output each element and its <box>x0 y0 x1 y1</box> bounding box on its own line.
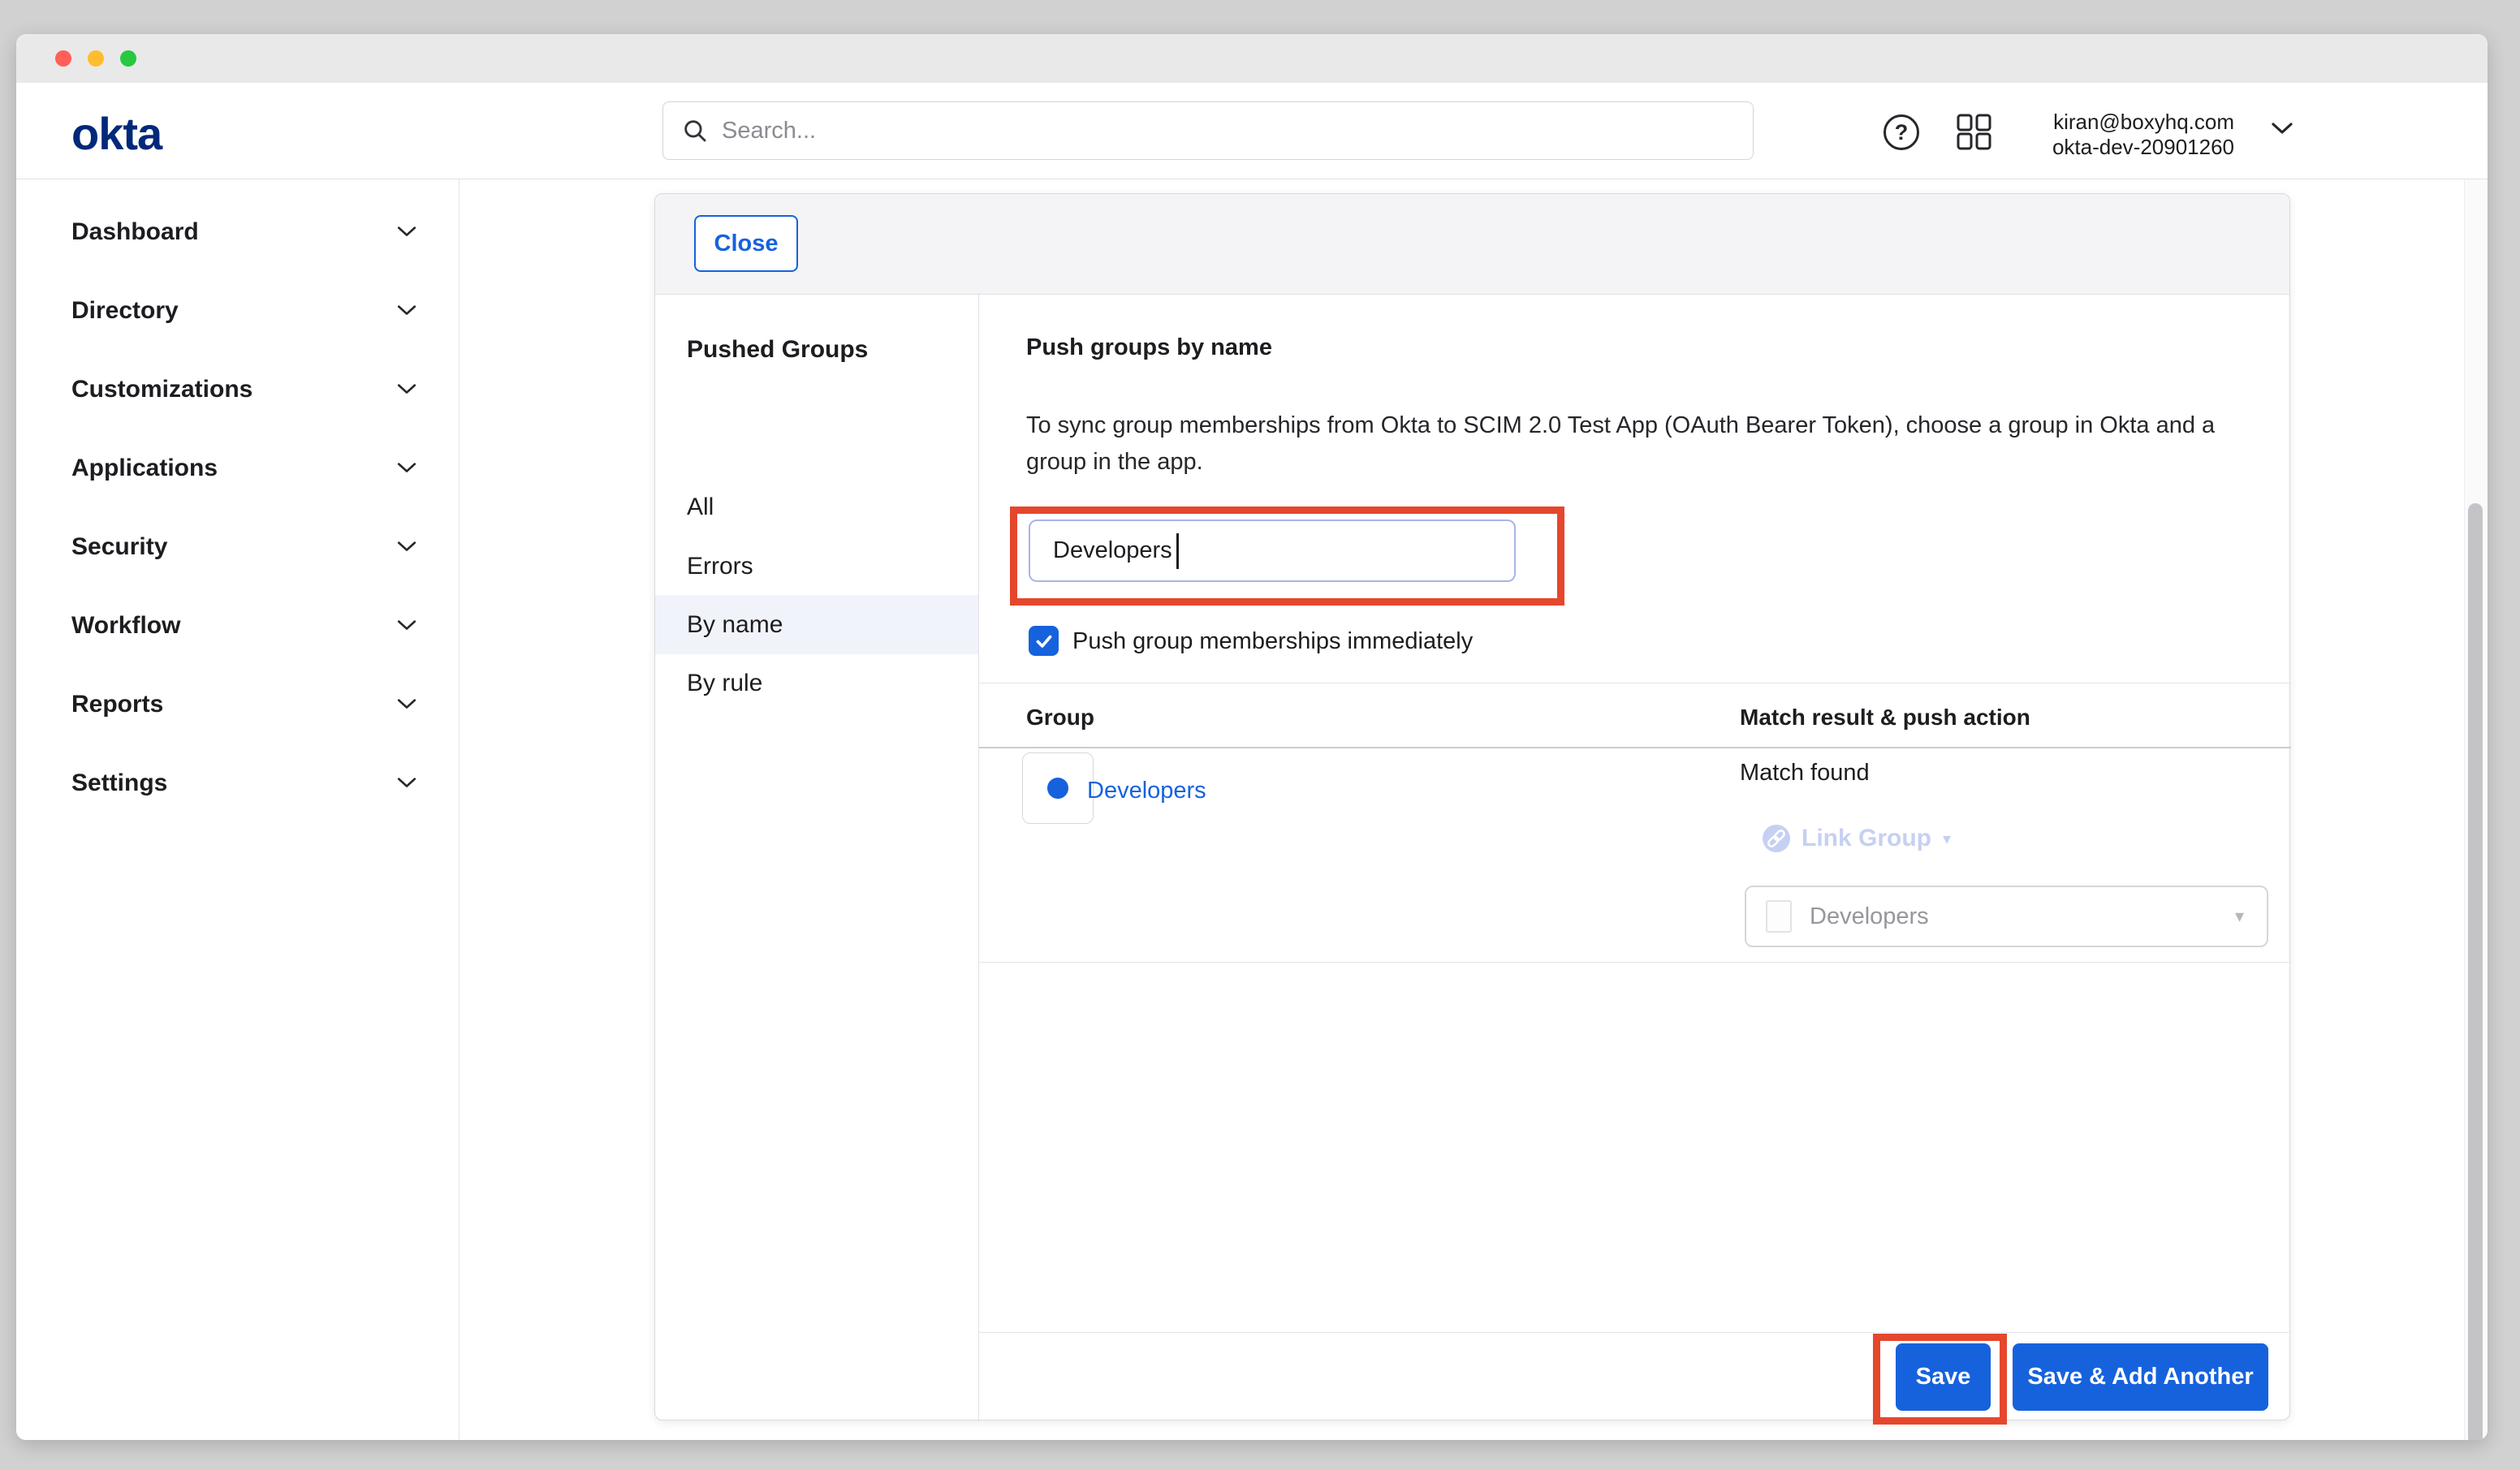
sidebar-item-workflow[interactable]: Workflow <box>16 601 460 650</box>
sidebar-item-dashboard[interactable]: Dashboard <box>16 208 460 256</box>
chevron-down-icon <box>396 226 417 239</box>
nav-item-all[interactable]: All <box>655 477 978 537</box>
save-button[interactable]: Save <box>1896 1343 1991 1411</box>
sidebar-item-security[interactable]: Security <box>16 523 460 571</box>
nav-item-label: All <box>687 494 714 521</box>
app-group-select[interactable]: Developers ▾ <box>1745 886 2268 947</box>
help-icon[interactable]: ? <box>1884 114 1919 150</box>
sidebar-nav: Dashboard Directory Customizations Appli… <box>16 179 460 1440</box>
chevron-down-icon <box>396 777 417 790</box>
table-header-divider <box>979 747 2291 748</box>
chevron-down-icon <box>396 462 417 475</box>
search-icon <box>681 117 709 144</box>
description-text: To sync group memberships from Okta to S… <box>1026 407 2215 481</box>
window-zoom-button[interactable] <box>120 50 136 67</box>
account-menu[interactable]: kiran@boxyhq.com okta-dev-20901260 <box>2052 110 2234 160</box>
sidebar-item-label: Security <box>71 533 167 561</box>
link-icon <box>1763 825 1790 852</box>
row-divider <box>979 962 2291 963</box>
group-icon-card <box>1022 752 1094 824</box>
caret-down-icon: ▾ <box>1943 829 1951 849</box>
chevron-down-icon[interactable] <box>2271 122 2293 136</box>
push-immediately-label: Push group memberships immediately <box>1072 628 1473 655</box>
window-titlebar <box>16 34 2488 83</box>
sidebar-item-label: Dashboard <box>71 218 199 246</box>
sidebar-item-reports[interactable]: Reports <box>16 680 460 729</box>
sidebar-item-settings[interactable]: Settings <box>16 759 460 808</box>
scrollbar-track[interactable] <box>2464 179 2488 1440</box>
global-search[interactable] <box>662 101 1754 160</box>
window-close-button[interactable] <box>55 50 71 67</box>
nav-item-label: By rule <box>687 670 762 697</box>
scrollbar-thumb[interactable] <box>2468 503 2483 1440</box>
checkmark-icon <box>1033 631 1055 652</box>
page-title: Push groups by name <box>1026 334 1272 361</box>
app-header: okta ? kiran@boxyhq.com okta-dev-2090126… <box>16 83 2488 179</box>
sidebar-item-applications[interactable]: Applications <box>16 444 460 493</box>
nav-item-label: Errors <box>687 553 753 580</box>
group-name-link[interactable]: Developers <box>1087 778 1206 804</box>
link-group-dropdown[interactable]: Link Group ▾ <box>1763 825 1951 852</box>
close-button[interactable]: Close <box>694 215 798 272</box>
text-cursor <box>1176 533 1179 569</box>
description-line-2: group in the app. <box>1026 444 2215 481</box>
sidebar-item-label: Reports <box>71 691 163 718</box>
pushed-groups-title: Pushed Groups <box>687 336 868 364</box>
column-header-match: Match result & push action <box>1740 705 2030 731</box>
pushed-groups-nav: Pushed Groups All Errors By name By rule <box>655 295 979 1421</box>
footer-divider <box>979 1332 2291 1333</box>
push-groups-dialog: Close Pushed Groups All Errors By name B… <box>654 193 2290 1420</box>
search-input[interactable] <box>722 106 1753 155</box>
group-name-input[interactable] <box>1029 519 1516 582</box>
match-result-text: Match found <box>1740 760 1870 787</box>
window-minimize-button[interactable] <box>88 50 104 67</box>
column-header-group: Group <box>1026 705 1094 731</box>
sidebar-item-label: Settings <box>71 769 167 797</box>
sidebar-item-label: Directory <box>71 297 179 325</box>
nav-item-by-rule[interactable]: By rule <box>655 653 978 713</box>
chevron-down-icon <box>396 698 417 711</box>
group-icon <box>1047 778 1068 799</box>
chevron-down-icon <box>396 383 417 396</box>
nav-item-label: By name <box>687 611 783 639</box>
app-group-value: Developers <box>1810 903 2235 930</box>
sidebar-item-label: Workflow <box>71 612 180 640</box>
chevron-down-icon <box>396 619 417 632</box>
account-email: kiran@boxyhq.com <box>2052 110 2234 135</box>
description-line-1: To sync group memberships from Okta to S… <box>1026 407 2215 444</box>
apps-grid-icon[interactable] <box>1955 113 1994 152</box>
browser-window: okta ? kiran@boxyhq.com okta-dev-2090126… <box>16 34 2488 1440</box>
sidebar-item-directory[interactable]: Directory <box>16 287 460 335</box>
app-group-icon <box>1766 900 1792 933</box>
account-org: okta-dev-20901260 <box>2052 135 2234 160</box>
chevron-down-icon <box>396 304 417 317</box>
link-group-label: Link Group <box>1802 825 1931 852</box>
nav-item-errors[interactable]: Errors <box>655 537 978 596</box>
sidebar-item-label: Customizations <box>71 376 252 403</box>
okta-logo: okta <box>71 107 162 160</box>
save-add-another-button[interactable]: Save & Add Another <box>2013 1343 2268 1411</box>
chevron-down-icon <box>396 541 417 554</box>
caret-down-icon: ▾ <box>2235 906 2244 927</box>
sidebar-item-customizations[interactable]: Customizations <box>16 365 460 414</box>
nav-item-by-name[interactable]: By name <box>655 595 978 654</box>
dialog-header: Close <box>655 194 2289 295</box>
push-immediately-checkbox[interactable] <box>1029 626 1059 656</box>
sidebar-item-label: Applications <box>71 455 218 482</box>
